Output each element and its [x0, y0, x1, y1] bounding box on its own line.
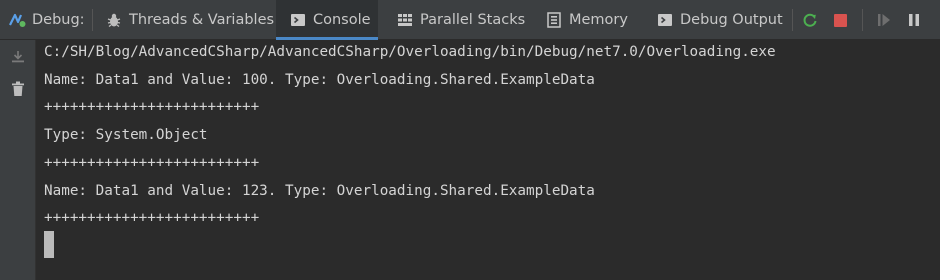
debug-app-icon: [8, 11, 28, 29]
memory-icon: [546, 12, 562, 28]
tab-console[interactable]: Console: [276, 0, 378, 40]
tab-label: Parallel Stacks: [420, 12, 526, 28]
tab-threads-variables[interactable]: Threads & Variables: [106, 0, 274, 40]
debug-toolbar: Debug: Threads & Variables Console Paral…: [0, 0, 940, 40]
tab-label: Memory: [569, 12, 628, 28]
clear-console-button[interactable]: [9, 80, 27, 98]
scroll-to-end-button[interactable]: [9, 48, 27, 66]
bug-icon: [106, 12, 122, 28]
text-cursor: [44, 231, 54, 258]
scroll-to-end-icon: [10, 49, 26, 65]
console-line: Type: System.Object: [44, 127, 208, 143]
tab-debug-output[interactable]: Debug Output: [657, 0, 783, 40]
toolbar-separator: [792, 9, 793, 31]
pause-button[interactable]: [907, 0, 921, 40]
tab-parallel-stacks[interactable]: Parallel Stacks: [397, 0, 525, 40]
tab-label: Threads & Variables: [129, 12, 275, 28]
console-line: +++++++++++++++++++++++++: [44, 155, 260, 171]
console-line: Name: Data1 and Value: 100. Type: Overlo…: [44, 72, 595, 88]
console-line: C:/SH/Blog/AdvancedCSharp/AdvancedCSharp…: [44, 44, 776, 60]
stop-icon: [834, 13, 847, 27]
console-output[interactable]: C:/SH/Blog/AdvancedCSharp/AdvancedCSharp…: [44, 40, 940, 280]
debug-label: Debug:: [32, 12, 85, 28]
console-line: +++++++++++++++++++++++++: [44, 210, 260, 226]
tab-label: Console: [313, 12, 371, 28]
tab-memory[interactable]: Memory: [546, 0, 628, 40]
toolbar-separator: [862, 9, 863, 31]
trash-icon: [11, 81, 25, 97]
parallel-stacks-icon: [397, 12, 413, 28]
console-icon: [290, 12, 306, 28]
toolbar-separator: [92, 9, 93, 31]
stop-button[interactable]: [834, 0, 847, 40]
rerun-button[interactable]: [802, 0, 818, 40]
console-line: Name: Data1 and Value: 123. Type: Overlo…: [44, 183, 595, 199]
rerun-icon: [802, 12, 818, 28]
tab-label: Debug Output: [680, 12, 783, 28]
console-side-toolbar: [0, 40, 36, 280]
debug-tool-window-title: Debug:: [8, 0, 85, 40]
resume-icon: [876, 12, 892, 28]
resume-button[interactable]: [876, 0, 892, 40]
console-line: +++++++++++++++++++++++++: [44, 99, 260, 115]
pause-icon: [907, 12, 921, 28]
debug-output-icon: [657, 12, 673, 28]
